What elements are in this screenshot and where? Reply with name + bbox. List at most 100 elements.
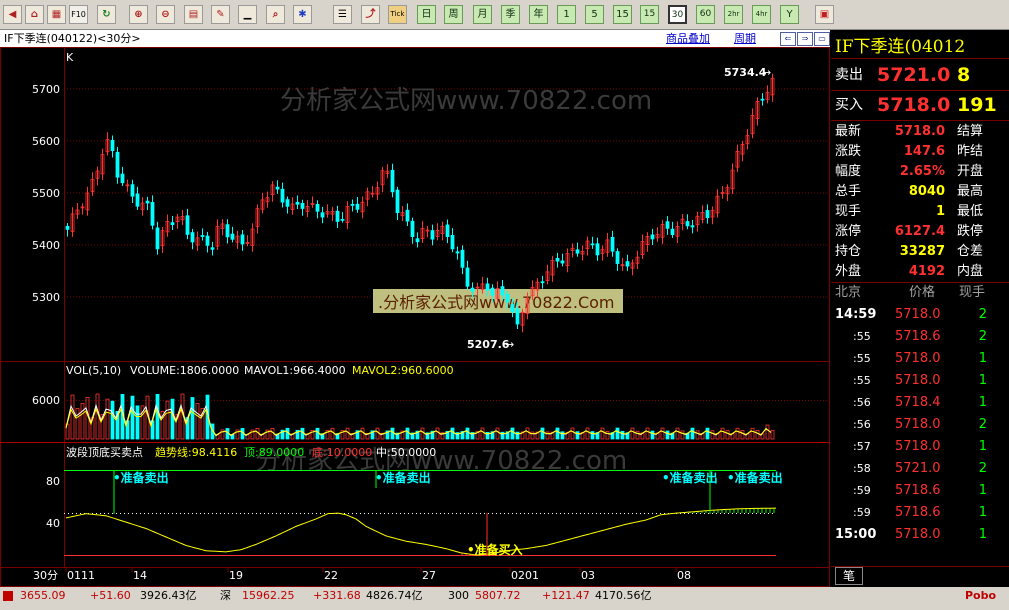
candle-body [625, 261, 630, 267]
tick-price: 5718.0 [895, 351, 941, 366]
30min-button[interactable]: 30 [668, 5, 687, 24]
candle-body [560, 260, 565, 264]
low-arrow-icon: → [505, 338, 514, 351]
new-icon[interactable]: ✱ [293, 5, 312, 24]
price-tick-label: 5600 [32, 135, 60, 148]
candle-body [705, 210, 710, 219]
home-icon[interactable]: ⌂ [25, 5, 44, 24]
2hr-button[interactable]: 2hr [724, 5, 743, 24]
zoom-in-icon[interactable]: ⊕ [129, 5, 148, 24]
stat-right-label: 内盘 [957, 264, 984, 279]
tick-row: 15:00 5718.0 1 [831, 524, 1009, 546]
tick-qty: 1 [978, 483, 987, 498]
period-link[interactable]: 周期 [734, 30, 756, 47]
grid-icon[interactable]: ▦ [47, 5, 66, 24]
volume-legend-vol: VOL(5,10) [66, 364, 121, 377]
candle-body [485, 283, 490, 291]
ask-price: 5721.0 [877, 64, 951, 86]
candle-body [555, 258, 560, 262]
candle-body [470, 287, 475, 292]
volume-bar [675, 427, 680, 440]
5min-button[interactable]: 5 [585, 5, 604, 24]
search-icon[interactable]: ⌕ [266, 5, 285, 24]
stat-row: 最新 5718.0 结算 [831, 122, 1009, 142]
chart-frame [0, 47, 830, 587]
volume-bar [620, 430, 625, 440]
high-price-label: 5734.4 [724, 66, 767, 79]
quarter-button[interactable]: 季 [501, 5, 520, 24]
1min-button[interactable]: 1 [557, 5, 576, 24]
4hr-button[interactable]: 4hr [752, 5, 771, 24]
volume-bar [630, 427, 635, 440]
tick-qty: 2 [978, 417, 987, 432]
stat-row: 涨停 6127.4 跌停 [831, 222, 1009, 242]
60min-button[interactable]: 60 [696, 5, 715, 24]
ticks-tab[interactable]: 笔 [835, 567, 863, 585]
year-button[interactable]: 年 [529, 5, 548, 24]
zoom-out-icon[interactable]: ⊖ [156, 5, 175, 24]
tick-qty: 1 [978, 373, 987, 388]
stat-value: 147.6 [903, 144, 945, 159]
candle-body [230, 233, 235, 240]
price-grid: 5700 5600 5500 5400 5300 [32, 83, 830, 304]
tick-time: :55 [853, 330, 871, 343]
volume-bar [765, 424, 770, 440]
back-icon[interactable]: ◀ [3, 5, 22, 24]
stat-label: 总手 [835, 184, 862, 199]
tick-row: :58 5721.0 2 [831, 458, 1009, 480]
volume-bar [600, 427, 605, 440]
candle-body [185, 215, 190, 235]
stat-value: 1 [935, 204, 945, 219]
tick-time: :56 [853, 418, 871, 431]
day-button[interactable]: 日 [417, 5, 436, 24]
candle-body [490, 287, 495, 296]
f10-button[interactable]: F10 [69, 5, 88, 24]
year-period-button[interactable]: Y [780, 5, 799, 24]
volume-bar [770, 429, 775, 440]
tick-time: :59 [853, 506, 871, 519]
stat-right-label: 结算 [957, 124, 984, 139]
stat-label: 涨停 [835, 224, 862, 239]
underline-icon[interactable]: ▁ [238, 5, 257, 24]
price-tick-label: 5300 [32, 291, 60, 304]
volume-bar [105, 398, 110, 440]
scroll-left-icon[interactable]: ⇐ [780, 32, 796, 46]
settings-icon[interactable]: ▣ [815, 5, 834, 24]
indicator-tick-80: 80 [46, 475, 60, 488]
candle-body [455, 251, 460, 254]
volume-bar [720, 427, 725, 440]
list-icon[interactable]: ☰ [333, 5, 352, 24]
restore-icon[interactable]: ▭ [814, 32, 830, 46]
tick-qty: 1 [978, 439, 987, 454]
ticks-header-price: 价格 [909, 285, 936, 300]
sh-index-change: +51.60 [90, 589, 131, 602]
candle-body [300, 202, 305, 209]
scroll-right-icon[interactable]: ⇒ [797, 32, 813, 46]
tick-time: :55 [853, 374, 871, 387]
chart-icon[interactable]: ▤ [184, 5, 203, 24]
refresh-icon[interactable]: ↻ [97, 5, 116, 24]
volume-bar [750, 427, 755, 440]
candle-body [335, 210, 340, 222]
15min-alt-button[interactable]: 15 [640, 5, 659, 24]
candle-body [350, 203, 355, 206]
sell-signal-4: •准备卖出 [727, 470, 783, 485]
candle-body [685, 221, 690, 227]
tick-qty: 1 [978, 527, 987, 542]
15min-button[interactable]: 15 [613, 5, 632, 24]
tick-button[interactable]: Tick [388, 5, 407, 24]
date-label: 22 [324, 569, 338, 582]
chart-area[interactable]: 5700 5600 5500 5400 5300 K 分析家公式网www.70822.c… [0, 47, 831, 587]
price-tick-label: 5700 [32, 83, 60, 96]
stat-value: 33287 [899, 244, 945, 259]
line-icon[interactable]: ⤴ [361, 5, 380, 24]
volume-bar [635, 430, 640, 440]
month-button[interactable]: 月 [473, 5, 492, 24]
watermark-top: 分析家公式网www.70822.com [280, 86, 652, 116]
sz-index-change: +331.68 [313, 589, 361, 602]
volume-bar [725, 430, 730, 440]
week-button[interactable]: 周 [444, 5, 463, 24]
product-overlay-link[interactable]: 商品叠加 [666, 30, 710, 47]
sh-index-turnover: 3926.43亿 [140, 589, 197, 602]
pen-icon[interactable]: ✎ [211, 5, 230, 24]
